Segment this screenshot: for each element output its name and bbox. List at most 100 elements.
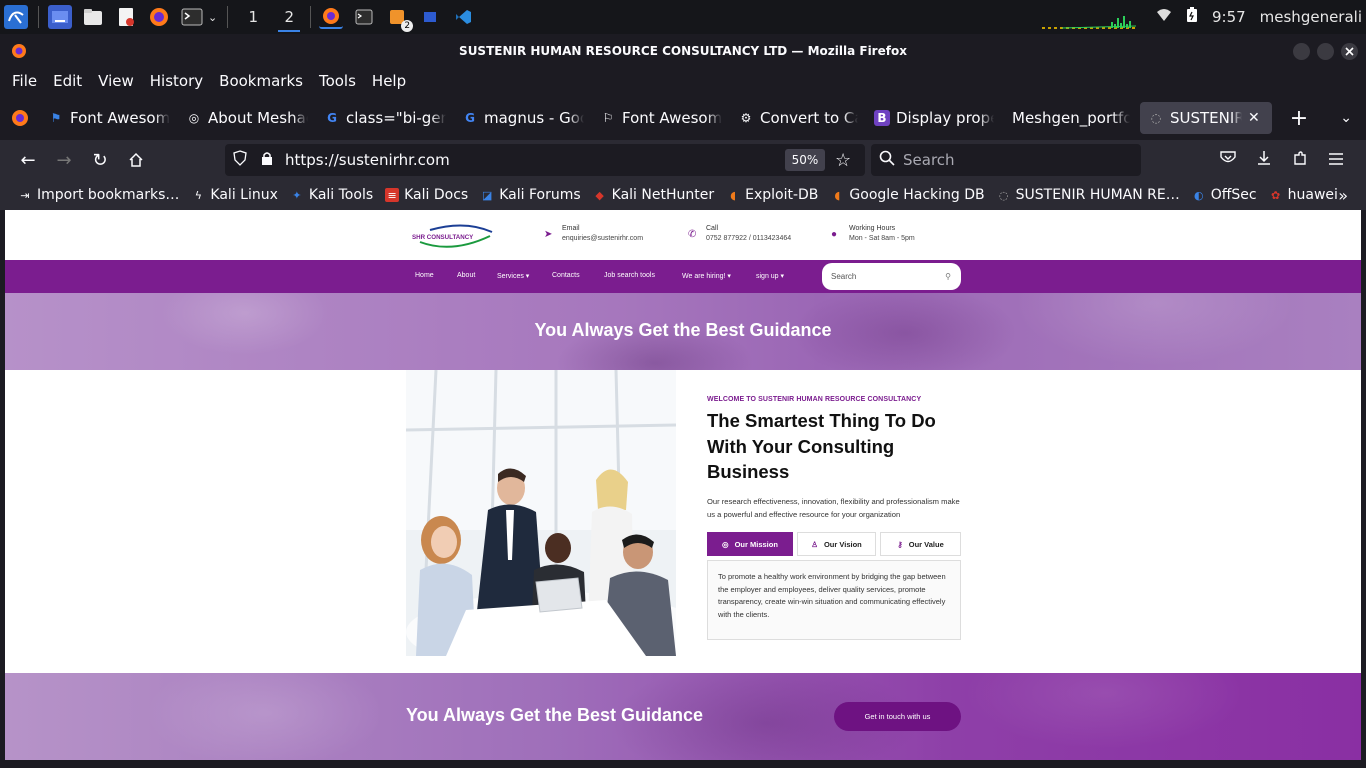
bootstrap-icon: B bbox=[874, 110, 890, 126]
close-window-button[interactable] bbox=[1341, 43, 1358, 60]
vscode-window-icon[interactable] bbox=[451, 5, 475, 29]
tab-our-mission[interactable]: ◎ Our Mission bbox=[707, 532, 793, 556]
wifi-icon[interactable] bbox=[1156, 8, 1172, 26]
tab-font-awesome-2[interactable]: ⚐ Font Awesome bbox=[592, 102, 730, 134]
close-tab-icon[interactable]: ✕ bbox=[1248, 110, 1260, 126]
menu-bookmarks[interactable]: Bookmarks bbox=[219, 72, 303, 90]
menu-edit[interactable]: Edit bbox=[53, 72, 82, 90]
tab-our-value[interactable]: ⚷ Our Value bbox=[880, 532, 961, 556]
window-count-badge: 2 bbox=[401, 20, 414, 32]
pocket-icon[interactable] bbox=[1220, 150, 1236, 170]
sublime-window-icon[interactable]: 2 bbox=[385, 5, 414, 32]
email-link[interactable]: enquiries@sustenirhr.com bbox=[562, 234, 643, 244]
tab-magnus[interactable]: G magnus - Goo bbox=[454, 102, 592, 134]
terminal-launcher-icon[interactable] bbox=[180, 5, 204, 29]
url-bar[interactable]: https://sustenirhr.com 50% ☆ bbox=[225, 144, 865, 176]
firefox-window-icon[interactable] bbox=[319, 5, 344, 29]
tab-about-meshack[interactable]: ◎ About Meshack bbox=[178, 102, 316, 134]
nav-job-search-tools[interactable]: Job search tools bbox=[604, 272, 655, 279]
clock-icon: ● bbox=[831, 229, 838, 240]
downloads-icon[interactable] bbox=[1256, 150, 1272, 170]
site-search-input[interactable]: Search ⚲ bbox=[822, 263, 961, 290]
file-manager-icon[interactable] bbox=[81, 5, 105, 29]
search-placeholder: Search bbox=[903, 151, 955, 169]
clock[interactable]: 9:57 bbox=[1212, 8, 1246, 26]
more-bookmarks-icon[interactable]: » bbox=[1338, 186, 1348, 205]
tab-meshgen-portfolio[interactable]: Meshgen_portfol bbox=[1002, 102, 1138, 134]
terminal-window-icon[interactable] bbox=[352, 5, 376, 29]
shield-icon[interactable] bbox=[233, 150, 249, 170]
kali-dragon-icon: ϟ bbox=[194, 188, 203, 202]
app-window-icon[interactable] bbox=[418, 5, 442, 29]
nav-services[interactable]: Services ▾ bbox=[497, 272, 529, 280]
nav-sign-up[interactable]: sign up ▾ bbox=[756, 272, 784, 280]
site-navigation: Home About Services ▾ Contacts Job searc… bbox=[5, 260, 1361, 293]
tab-sustenir[interactable]: ◌ SUSTENIR H ✕ bbox=[1140, 102, 1272, 134]
maximize-button[interactable] bbox=[1317, 43, 1334, 60]
bookmark-exploit-db[interactable]: ◖ Exploit-DB bbox=[726, 187, 818, 203]
firefox-view-icon[interactable] bbox=[0, 109, 40, 127]
reload-button[interactable]: ↻ bbox=[82, 144, 118, 176]
forward-button[interactable]: → bbox=[46, 144, 82, 176]
menu-tools[interactable]: Tools bbox=[319, 72, 356, 90]
bookmark-kali-linux[interactable]: ϟ Kali Linux bbox=[191, 187, 278, 203]
battery-icon[interactable] bbox=[1186, 7, 1198, 27]
bookmark-sustenir[interactable]: ◌ SUSTENIR HUMAN RE… bbox=[997, 187, 1180, 203]
user-name[interactable]: meshgenerali bbox=[1260, 8, 1362, 26]
show-desktop-icon[interactable] bbox=[48, 5, 72, 29]
nav-contacts[interactable]: Contacts bbox=[552, 272, 580, 279]
site-icon: ◌ bbox=[998, 188, 1009, 202]
site-icon: ◌ bbox=[1150, 111, 1162, 125]
svg-text:SHR CONSULTANCY: SHR CONSULTANCY bbox=[412, 234, 474, 241]
bookmark-kali-docs[interactable]: ≡ Kali Docs bbox=[385, 187, 468, 203]
url-text[interactable]: https://sustenirhr.com bbox=[285, 151, 450, 169]
get-in-touch-button[interactable]: Get in touch with us bbox=[834, 702, 961, 731]
home-button[interactable] bbox=[118, 144, 154, 176]
text-editor-icon[interactable] bbox=[114, 5, 138, 29]
guidance-banner-bottom: You Always Get the Best Guidance Get in … bbox=[5, 673, 1361, 760]
zoom-indicator[interactable]: 50% bbox=[785, 149, 825, 171]
chevron-down-icon[interactable]: ⌄ bbox=[208, 11, 217, 24]
lock-icon[interactable] bbox=[261, 151, 275, 170]
nav-about[interactable]: About bbox=[457, 272, 475, 279]
bookmark-kali-forums[interactable]: ◪ Kali Forums bbox=[480, 187, 581, 203]
navigation-toolbar: ← → ↻ https://sustenirhr.com 50% ☆ Searc… bbox=[0, 140, 1366, 180]
back-button[interactable]: ← bbox=[10, 144, 46, 176]
nethunter-icon: ◆ bbox=[595, 188, 604, 202]
bookmark-offsec[interactable]: ◐ OffSec bbox=[1192, 187, 1257, 203]
bookmark-import[interactable]: ⇥ Import bookmarks… bbox=[18, 187, 179, 203]
tab-class-bi-gem[interactable]: G class="bi-gem bbox=[316, 102, 454, 134]
menu-help[interactable]: Help bbox=[372, 72, 406, 90]
extensions-icon[interactable] bbox=[1292, 150, 1308, 170]
kali-menu-icon[interactable] bbox=[4, 5, 28, 29]
tab-display-property[interactable]: B Display prope bbox=[866, 102, 1002, 134]
key-icon: ⚷ bbox=[897, 539, 903, 549]
minimize-button[interactable] bbox=[1293, 43, 1310, 60]
tab-convert-to-case[interactable]: ⚙ Convert to Ca bbox=[730, 102, 866, 134]
bookmark-star-icon[interactable]: ☆ bbox=[835, 150, 851, 171]
search-icon[interactable]: ⚲ bbox=[945, 263, 951, 290]
person-icon: ♙ bbox=[811, 539, 818, 549]
bookmark-google-hacking-db[interactable]: ◖ Google Hacking DB bbox=[830, 187, 985, 203]
nav-we-are-hiring[interactable]: We are hiring! ▾ bbox=[682, 272, 731, 280]
firefox-launcher-icon[interactable] bbox=[147, 5, 171, 29]
new-tab-button[interactable]: + bbox=[1284, 106, 1314, 131]
tab-font-awesome-1[interactable]: ⚑ Font Awesome bbox=[40, 102, 178, 134]
menu-history[interactable]: History bbox=[150, 72, 203, 90]
workspace-1[interactable]: 1 bbox=[242, 8, 264, 26]
search-bar[interactable]: Search bbox=[871, 144, 1141, 176]
bookmark-huawei[interactable]: ✿ huawei bbox=[1269, 187, 1338, 203]
kali-docs-icon: ≡ bbox=[385, 188, 400, 202]
menu-file[interactable]: File bbox=[12, 72, 37, 90]
phone-link[interactable]: 0752 877922 / 0113423464 bbox=[706, 234, 791, 244]
bookmark-kali-nethunter[interactable]: ◆ Kali NetHunter bbox=[593, 187, 714, 203]
tab-our-vision[interactable]: ♙ Our Vision bbox=[797, 532, 876, 556]
nav-home[interactable]: Home bbox=[415, 272, 434, 279]
workspace-2[interactable]: 2 bbox=[278, 8, 301, 32]
hamburger-menu-icon[interactable] bbox=[1328, 151, 1344, 170]
bookmark-kali-tools[interactable]: ✦ Kali Tools bbox=[290, 187, 373, 203]
list-all-tabs-button[interactable]: ⌄ bbox=[1340, 110, 1352, 126]
section-headline: The Smartest Thing To Do With Your Consu… bbox=[707, 410, 936, 482]
site-logo[interactable]: SHR CONSULTANCY bbox=[410, 222, 494, 250]
menu-view[interactable]: View bbox=[98, 72, 134, 90]
